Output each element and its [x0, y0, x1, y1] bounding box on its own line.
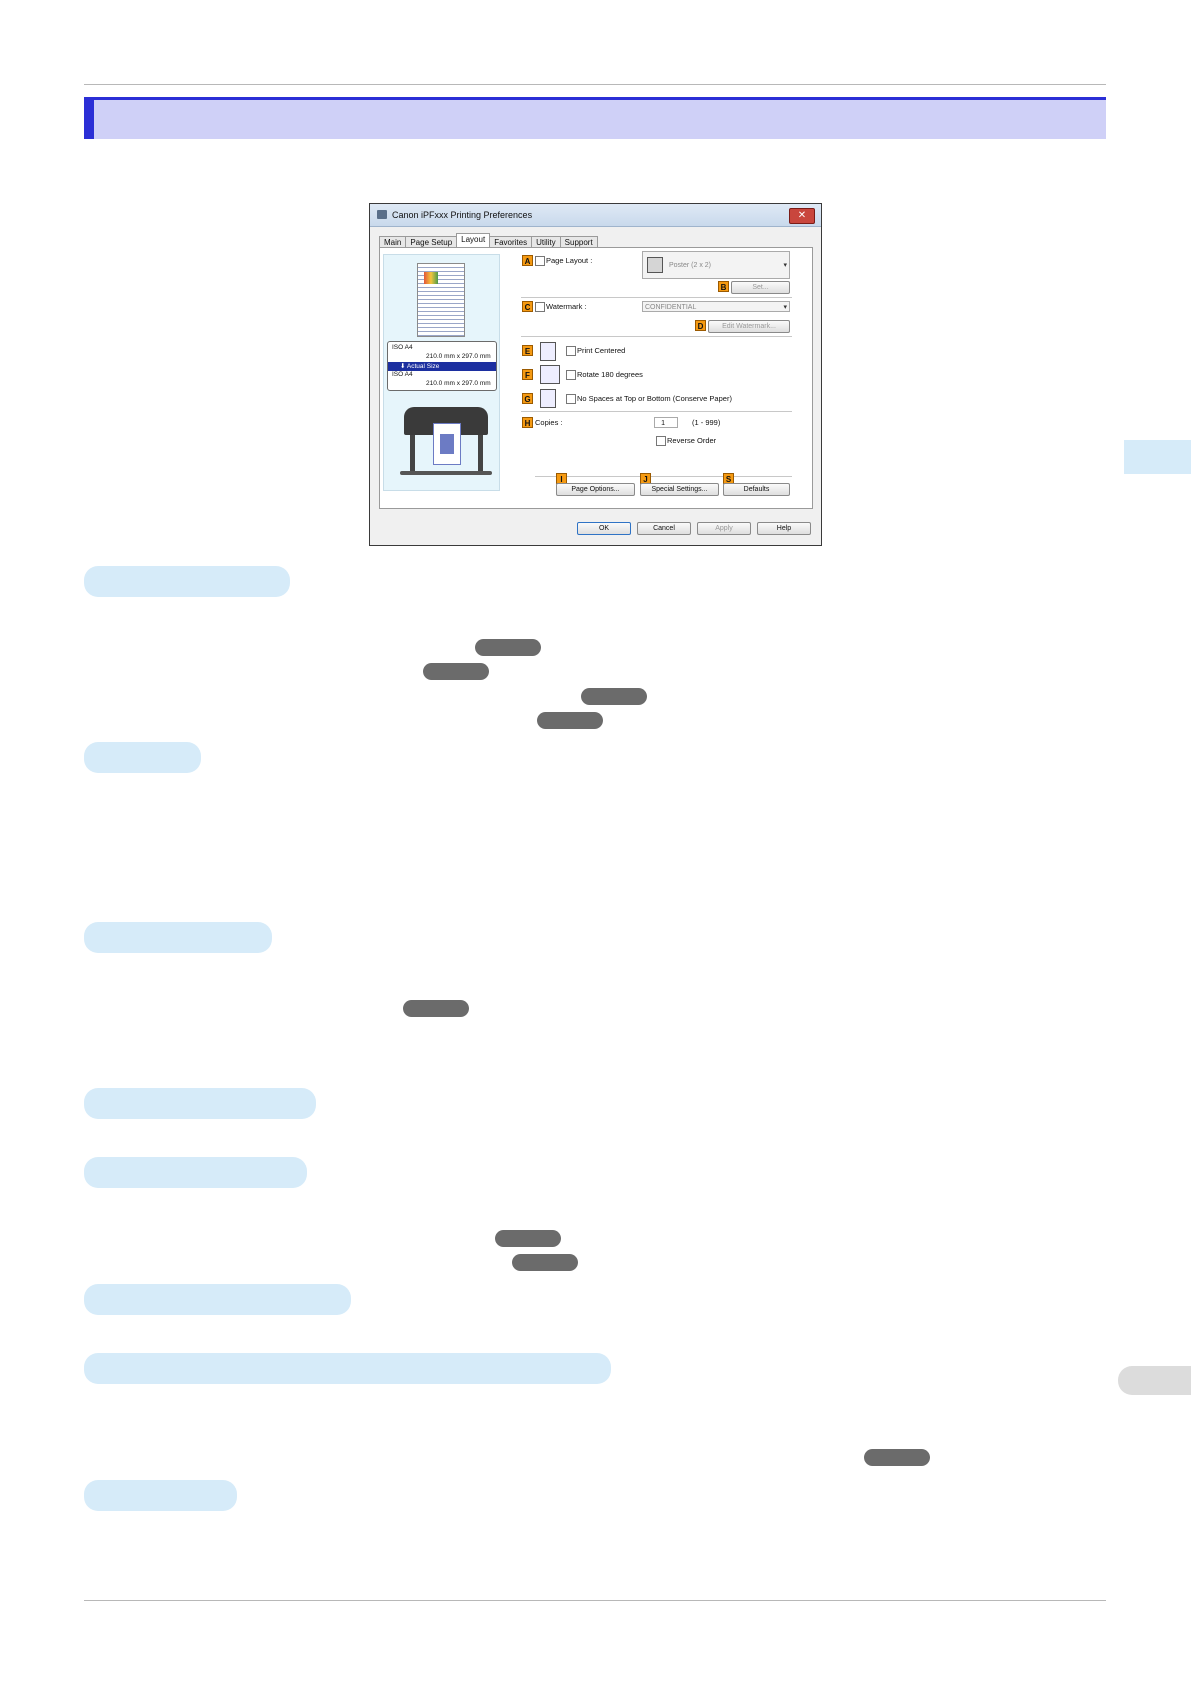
divider — [521, 297, 792, 298]
chapter-side-tab[interactable] — [1124, 440, 1191, 474]
output-size-dimensions: 210.0 mm x 297.0 mm — [426, 380, 491, 387]
printing-preferences-dialog: Canon iPFxxx Printing Preferences ✕ Main… — [369, 203, 822, 546]
rotate-label: Rotate 180 degrees — [577, 370, 643, 379]
badge-f: F — [522, 369, 533, 380]
footer-rule — [84, 1600, 1106, 1601]
copies-label: Copies : — [535, 418, 563, 427]
printer-icon — [377, 210, 387, 219]
divider — [521, 411, 792, 412]
printer-illustration — [400, 401, 492, 477]
reference-link-badge[interactable] — [581, 688, 647, 705]
rotate-icon — [540, 365, 560, 384]
chevron-down-icon: ▾ — [783, 304, 787, 311]
copies-value: 1 — [661, 420, 665, 427]
reference-link-badge[interactable] — [403, 1000, 469, 1017]
index-side-tab[interactable] — [1118, 1366, 1191, 1395]
badge-h: H — [522, 417, 533, 428]
paper-size-box: ISO A4 210.0 mm x 297.0 mm ⬇ Actual Size… — [387, 341, 497, 391]
reverse-order-checkbox[interactable] — [656, 436, 666, 446]
conserve-paper-icon — [540, 389, 556, 408]
watermark-select[interactable]: CONFIDENTIAL ▾ — [642, 301, 790, 312]
reference-link-badge[interactable] — [495, 1230, 561, 1247]
chevron-down-icon: ▾ — [783, 262, 787, 269]
divider — [521, 336, 792, 337]
section-heading-pill — [84, 1353, 611, 1384]
reference-link-badge[interactable] — [864, 1449, 930, 1466]
ok-button[interactable]: OK — [577, 522, 631, 535]
page-options-button[interactable]: Page Options... — [556, 483, 635, 496]
badge-e: E — [522, 345, 533, 356]
reference-link-badge[interactable] — [423, 663, 489, 680]
no-spaces-label: No Spaces at Top or Bottom (Conserve Pap… — [577, 394, 732, 403]
page-layout-select[interactable]: Poster (2 x 2) ▾ — [642, 251, 790, 279]
watermark-checkbox[interactable] — [535, 302, 545, 312]
reference-link-badge[interactable] — [475, 639, 541, 656]
print-centered-icon — [540, 342, 556, 361]
page-preview-thumbnail — [417, 263, 465, 337]
page-layout-value: Poster (2 x 2) — [669, 262, 712, 269]
input-size-dimensions: 210.0 mm x 297.0 mm — [426, 353, 491, 360]
section-heading-pill — [84, 1480, 237, 1511]
watermark-label: Watermark : — [546, 302, 587, 311]
copies-input[interactable]: 1 — [654, 417, 678, 428]
output-size-label: ISO A4 — [392, 371, 413, 378]
badge-c: C — [522, 301, 533, 312]
section-heading-pill — [84, 1284, 351, 1315]
section-heading-pill — [84, 1088, 316, 1119]
preview-area: ISO A4 210.0 mm x 297.0 mm ⬇ Actual Size… — [383, 254, 500, 491]
poster-layout-icon — [647, 257, 663, 273]
tab-bar: Main Page Setup Layout Favorites Utility Supp… — [379, 233, 598, 250]
set-button[interactable]: Set... — [731, 281, 790, 294]
close-button[interactable]: ✕ — [789, 208, 815, 224]
reverse-order-label: Reverse Order — [667, 436, 717, 445]
reference-link-badge[interactable] — [537, 712, 603, 729]
layout-panel: ISO A4 210.0 mm x 297.0 mm ⬇ Actual Size… — [379, 247, 813, 509]
defaults-button[interactable]: Defaults — [723, 483, 790, 496]
apply-button[interactable]: Apply — [697, 522, 751, 535]
section-heading-pill — [84, 1157, 307, 1188]
print-centered-label: Print Centered — [577, 346, 626, 355]
actual-size-indicator: ⬇ Actual Size — [388, 362, 496, 371]
header-rule — [84, 84, 1106, 85]
badge-a: A — [522, 255, 533, 266]
badge-d: D — [695, 320, 706, 331]
badge-b: B — [718, 281, 729, 292]
preview-image-icon — [424, 272, 438, 284]
rotate-checkbox[interactable] — [566, 370, 576, 380]
section-heading-pill — [84, 566, 290, 597]
divider — [535, 476, 792, 477]
section-heading-pill — [84, 922, 272, 953]
actual-size-label: Actual Size — [406, 363, 440, 370]
dialog-title: Canon iPFxxx Printing Preferences — [392, 210, 533, 220]
watermark-value: CONFIDENTIAL — [645, 304, 697, 311]
edit-watermark-button[interactable]: Edit Watermark... — [708, 320, 790, 333]
help-button[interactable]: Help — [757, 522, 811, 535]
section-heading-pill — [84, 742, 201, 773]
cancel-button[interactable]: Cancel — [637, 522, 691, 535]
special-settings-button[interactable]: Special Settings... — [640, 483, 719, 496]
no-spaces-checkbox[interactable] — [566, 394, 576, 404]
copies-range: (1 - 999) — [692, 418, 721, 427]
down-arrow-icon: ⬇ — [400, 363, 407, 370]
input-size-label: ISO A4 — [392, 344, 413, 351]
reference-link-badge[interactable] — [512, 1254, 578, 1271]
page-layout-checkbox[interactable] — [535, 256, 545, 266]
dialog-titlebar: Canon iPFxxx Printing Preferences ✕ — [370, 204, 821, 227]
print-centered-checkbox[interactable] — [566, 346, 576, 356]
section-title-band — [84, 97, 1106, 139]
page-layout-label: Page Layout : — [546, 256, 593, 265]
badge-g: G — [522, 393, 533, 404]
